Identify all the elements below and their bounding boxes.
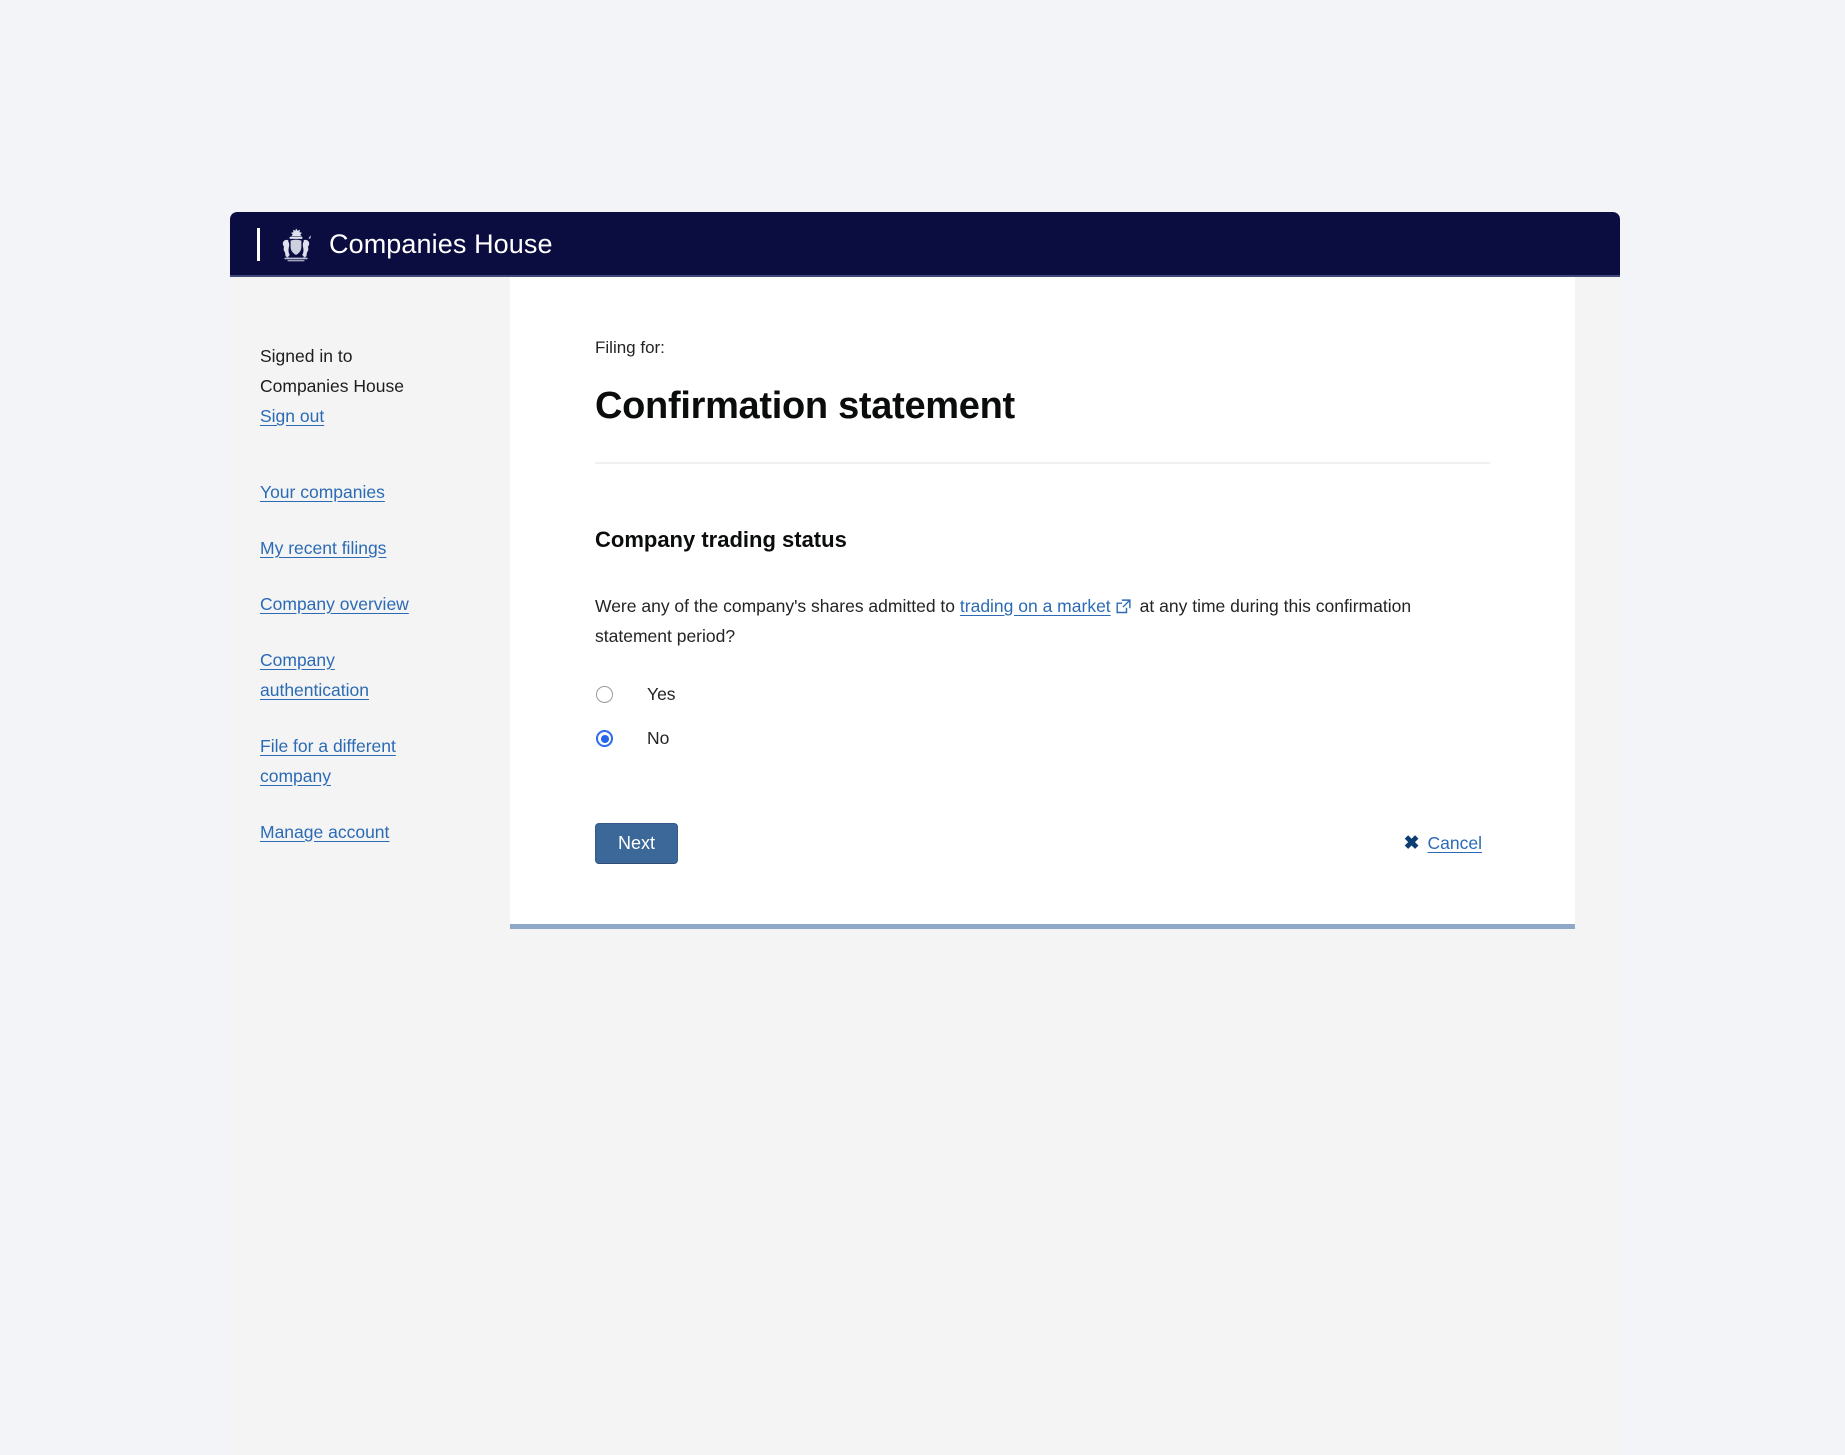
external-link-icon[interactable] [1116, 599, 1131, 614]
radio-row-yes[interactable]: Yes [595, 673, 1490, 717]
brand-title: Companies House [329, 229, 553, 259]
sign-out-link[interactable]: Sign out [260, 401, 324, 431]
radio-yes-input[interactable] [596, 686, 613, 704]
sidebar-nav: Your companies My recent filings Company… [230, 477, 510, 847]
sidebar-item-label[interactable]: Company overview [260, 589, 435, 619]
page-title: Confirmation statement [595, 385, 1015, 428]
sidebar: Signed in to Companies House Sign out Yo… [230, 277, 510, 1455]
trading-on-a-market-link[interactable]: trading on a market [960, 596, 1111, 616]
brand-divider-rule [257, 228, 260, 261]
signed-in-label-line1: Signed in to [260, 346, 353, 366]
radio-no-label[interactable]: No [647, 728, 669, 749]
app-window: Companies House Signed in to Companies H… [230, 212, 1620, 1455]
form-actions: Next ✖ Cancel [595, 822, 1490, 864]
close-x-icon[interactable]: ✖ [1404, 834, 1420, 853]
sidebar-item-label[interactable]: Your companies [260, 477, 435, 507]
sidebar-item-my-recent-filings[interactable]: My recent filings [260, 533, 435, 563]
trading-status-radio-group: Yes No [595, 673, 1490, 761]
sidebar-item-your-companies[interactable]: Your companies [260, 477, 435, 507]
question-text: Were any of the company's shares admitte… [595, 591, 1435, 651]
royal-coat-of-arms-icon [282, 227, 311, 261]
signed-in-label-line2: Companies House [260, 376, 404, 396]
question-text-part1: Were any of the company's shares admitte… [595, 595, 956, 616]
radio-yes-label[interactable]: Yes [647, 684, 676, 705]
next-button[interactable]: Next [595, 822, 679, 864]
main-content-wrap: Filing for: Confirmation statement Compa… [510, 277, 1620, 929]
title-divider [595, 461, 1490, 464]
cancel-link[interactable]: Cancel [1428, 833, 1482, 854]
section-heading: Company trading status [595, 526, 847, 552]
app-body: Signed in to Companies House Sign out Yo… [230, 277, 1620, 1455]
filing-for-row: Filing for: [595, 337, 1490, 359]
filing-for-label: Filing for: [595, 338, 665, 357]
sidebar-item-label[interactable]: File for a different company [260, 731, 435, 791]
sidebar-item-label[interactable]: Company authentication [260, 645, 435, 705]
sidebar-item-label[interactable]: My recent filings [260, 533, 435, 563]
sidebar-item-label[interactable]: Manage account [260, 817, 435, 847]
site-header: Companies House [230, 212, 1620, 277]
sidebar-item-company-authentication[interactable]: Company authentication [260, 645, 435, 705]
cancel-action[interactable]: ✖ Cancel [1404, 833, 1482, 854]
sidebar-item-manage-account[interactable]: Manage account [260, 817, 435, 847]
signed-in-block: Signed in to Companies House Sign out [230, 341, 510, 431]
radio-no-input[interactable] [596, 730, 613, 748]
content-card: Filing for: Confirmation statement Compa… [510, 277, 1575, 929]
sidebar-item-company-overview[interactable]: Company overview [260, 589, 435, 619]
radio-row-no[interactable]: No [595, 717, 1490, 761]
sidebar-item-file-for-a-different-company[interactable]: File for a different company [260, 731, 435, 791]
